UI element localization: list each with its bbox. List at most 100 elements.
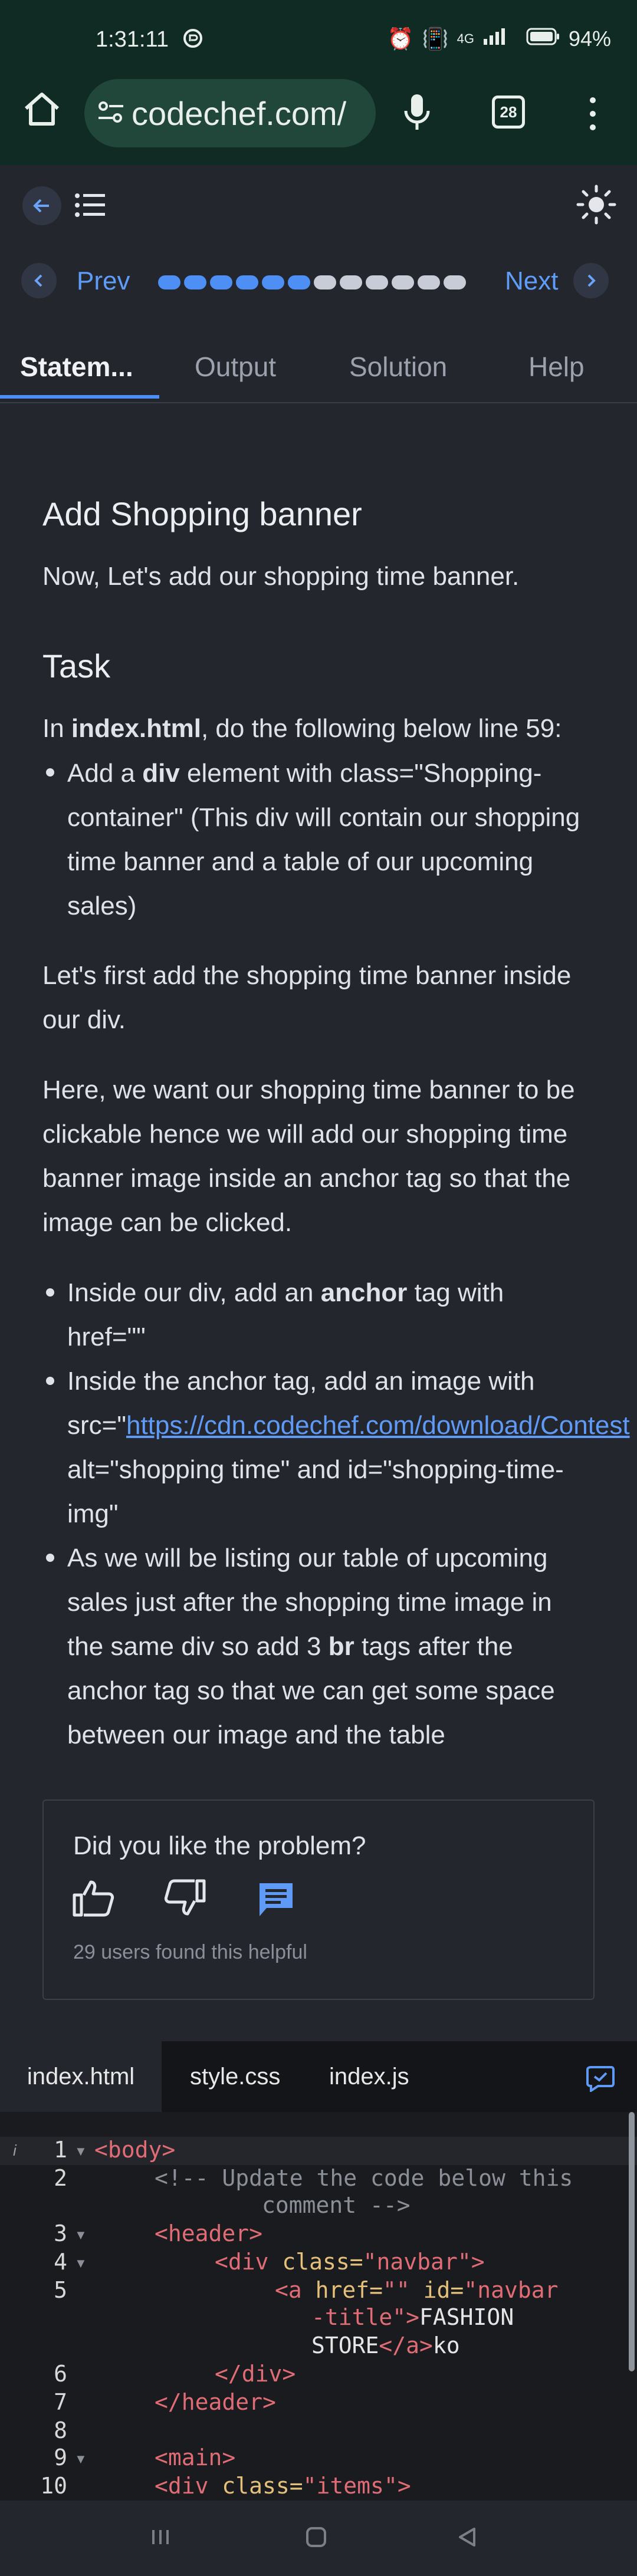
code-line-6: </div>: [215, 2361, 296, 2387]
vibrate-icon: 📳: [422, 26, 449, 51]
status-bar: 1:31:11 ⏰ 📳 4G 94%: [0, 0, 637, 83]
task-intro: In index.html, do the following below li…: [42, 714, 562, 743]
line-number: 9: [54, 2445, 67, 2470]
editor-tab-index-html[interactable]: index.html: [0, 2041, 162, 2112]
fold-arrow-icon[interactable]: ▼: [74, 2452, 87, 2467]
status-time: 1:31:11: [96, 27, 169, 52]
helpful-count: 29 users found this helpful: [73, 1941, 307, 1963]
problem-tabs: Statem... Output Solution Help: [0, 330, 637, 403]
line-number: 10: [40, 2473, 67, 2499]
tab-help[interactable]: Help: [528, 330, 585, 403]
image-url-link[interactable]: https://cdn.codechef.com/download/Contes…: [126, 1411, 630, 1440]
intro-text: Now, Let's add our shopping time banner.: [42, 562, 520, 591]
battery-percent: 94%: [568, 26, 611, 51]
code-line-3: <header>: [155, 2220, 263, 2246]
progress-dot[interactable]: [210, 275, 232, 289]
line-number: 6: [54, 2361, 67, 2387]
bullet-dot: [46, 1288, 54, 1297]
line-number: 4: [54, 2249, 67, 2275]
bullet-add-image: Inside the anchor tag, add an image with…: [67, 1367, 630, 1528]
prev-problem-button[interactable]: [21, 263, 57, 298]
progress-dot[interactable]: [444, 275, 466, 289]
url-text[interactable]: codechef.com/: [132, 94, 346, 133]
line-number: 2: [54, 2165, 67, 2191]
next-problem-button[interactable]: [573, 263, 609, 298]
progress-dot[interactable]: [392, 275, 414, 289]
tab-statement[interactable]: Statem...: [20, 330, 133, 403]
theme-toggle-icon[interactable]: [576, 184, 617, 228]
info-icon: i: [13, 2141, 17, 2159]
tab-switcher-button[interactable]: 28: [492, 96, 525, 129]
code-line-1: <body>: [94, 2137, 176, 2163]
tab-solution[interactable]: Solution: [349, 330, 447, 403]
recents-icon[interactable]: [149, 2525, 172, 2552]
active-tab-indicator: [0, 395, 159, 399]
battery-icon: [526, 27, 560, 51]
line-number: 1: [54, 2137, 67, 2163]
fold-arrow-icon[interactable]: ▼: [74, 2144, 87, 2159]
code-line-5-wrap: -title">FASHION: [311, 2304, 514, 2330]
fold-arrow-icon[interactable]: ▼: [74, 2256, 87, 2271]
line-number: 7: [54, 2389, 67, 2415]
bullet-dot: [46, 1377, 54, 1385]
line-number: 5: [54, 2277, 67, 2303]
chevron-left-icon: [34, 274, 42, 287]
more-menu-icon[interactable]: [584, 94, 602, 136]
code-line-5: <a href="" id="navbar: [275, 2277, 559, 2303]
editor-scrollbar[interactable]: [629, 2112, 635, 2371]
bullet-dot: [46, 768, 54, 777]
code-line-2-wrap: comment -->: [262, 2192, 411, 2218]
progress-dot[interactable]: [288, 275, 310, 289]
site-settings-icon[interactable]: [97, 100, 124, 127]
editor-tab-index-js[interactable]: index.js: [329, 2041, 409, 2112]
microphone-icon[interactable]: [402, 92, 432, 136]
progress-dot[interactable]: [236, 275, 258, 289]
code-line-10: <div class="items">: [155, 2473, 411, 2499]
back-button[interactable]: [22, 186, 61, 225]
progress-dot[interactable]: [366, 275, 388, 289]
progress-dot[interactable]: [418, 275, 440, 289]
code-line-7: </header>: [155, 2389, 276, 2415]
thumbs-down-icon[interactable]: [164, 1878, 206, 1920]
system-navigation-bar: [0, 2501, 637, 2576]
app-notification-icon: [183, 28, 203, 51]
signal-icon: [482, 26, 518, 51]
back-nav-icon[interactable]: [455, 2525, 479, 2552]
line-number: 8: [54, 2417, 67, 2443]
feedback-question: Did you like the problem?: [73, 1831, 366, 1860]
url-bar[interactable]: codechef.com/: [84, 79, 376, 147]
bullet-add-br: As we will be listing our table of upcom…: [67, 1544, 555, 1749]
next-label[interactable]: Next: [505, 267, 558, 296]
paragraph-clickable-banner: Here, we want our shopping time banner t…: [42, 1075, 575, 1237]
bullet-dot: [46, 1554, 54, 1562]
arrow-left-icon: [33, 199, 49, 213]
status-icons: ⏰ 📳 4G 94%: [388, 26, 611, 51]
thumbs-up-icon[interactable]: [72, 1878, 114, 1920]
progress-dot[interactable]: [262, 275, 284, 289]
comment-icon[interactable]: [257, 1881, 295, 1922]
code-line-4: <div class="navbar">: [215, 2249, 485, 2275]
feedback-card: Did you like the problem? 29 users found…: [42, 1799, 595, 2000]
prev-label[interactable]: Prev: [77, 267, 130, 296]
progress-dot[interactable]: [340, 275, 362, 289]
task-heading: Task: [42, 647, 111, 685]
editor-tab-style-css[interactable]: style.css: [190, 2041, 280, 2112]
editor-settings-icon[interactable]: [585, 2064, 616, 2095]
code-editor[interactable]: i 1 2 3 4 5 6 7 8 9 10 ▼ ▼ ▼ ▼ <body> <!…: [0, 2112, 637, 2501]
progress-dot[interactable]: [314, 275, 336, 289]
tab-output[interactable]: Output: [195, 330, 276, 403]
progress-dot[interactable]: [158, 275, 180, 289]
fold-arrow-icon[interactable]: ▼: [74, 2228, 87, 2243]
code-line-9: <main>: [155, 2445, 236, 2470]
bullet-add-div: Add a div element with class="Shopping- …: [67, 759, 580, 920]
network-label: 4G: [457, 31, 474, 46]
bullet-add-anchor: Inside our div, add an anchor tag with h…: [67, 1278, 504, 1351]
alarm-icon: ⏰: [387, 26, 414, 51]
chevron-right-icon: [587, 274, 596, 287]
home-nav-icon[interactable]: [304, 2525, 328, 2552]
home-icon[interactable]: [21, 90, 63, 131]
progress-dot[interactable]: [184, 275, 206, 289]
code-line-5-wrap2: STORE</a>ko: [311, 2332, 460, 2358]
code-line-2: <!-- Update the code below this: [155, 2165, 573, 2191]
problem-list-icon[interactable]: [74, 192, 106, 221]
